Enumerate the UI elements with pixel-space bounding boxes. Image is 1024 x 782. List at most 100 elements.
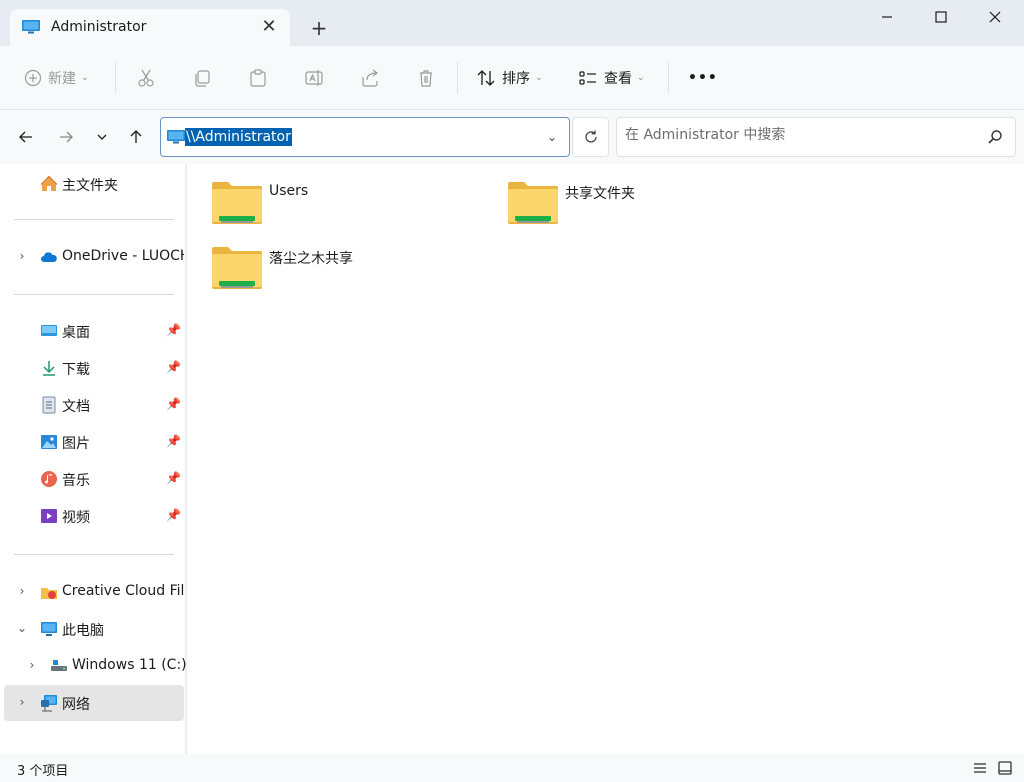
title-bar: Administrator ✕ + xyxy=(0,0,1024,46)
folder-name: 落尘之木共享 xyxy=(269,251,353,267)
shared-folder-icon xyxy=(212,247,262,289)
sidebar-item-label: 视频 xyxy=(62,510,90,526)
copy-button[interactable] xyxy=(192,62,212,94)
new-button[interactable]: 新建 ⌄ xyxy=(24,62,89,94)
pin-icon[interactable]: 📌 xyxy=(166,508,181,522)
pin-icon[interactable]: 📌 xyxy=(166,471,181,485)
sidebar-item-network[interactable]: › 网络 xyxy=(4,685,184,721)
folder-item-shared[interactable]: 共享文件夹 xyxy=(507,178,787,234)
sidebar-item-home[interactable]: 主文件夹 xyxy=(4,166,184,202)
delete-button[interactable] xyxy=(416,62,436,94)
back-button[interactable] xyxy=(12,123,40,151)
divider xyxy=(115,62,116,94)
divider xyxy=(14,219,174,220)
minimize-icon xyxy=(882,16,892,18)
sidebar-item-label: 文档 xyxy=(62,399,90,415)
home-icon xyxy=(40,175,58,191)
sidebar-item-windows-drive[interactable]: › Windows 11 (C:) xyxy=(4,648,187,684)
more-options-button[interactable]: ••• xyxy=(688,62,718,94)
sidebar-item-desktop[interactable]: 桌面 📌 xyxy=(4,313,184,349)
sidebar-item-music[interactable]: 音乐 📌 xyxy=(4,461,184,497)
folder-item-luochen[interactable]: 落尘之木共享 xyxy=(211,243,491,299)
close-icon xyxy=(989,11,1001,23)
item-count: 3 个项目 xyxy=(17,764,69,779)
sidebar-item-label: Windows 11 (C:) xyxy=(72,657,187,673)
chevron-down-icon[interactable]: ⌄ xyxy=(16,621,28,635)
paste-button[interactable] xyxy=(248,62,268,94)
chevron-right-icon[interactable]: › xyxy=(16,249,28,263)
arrow-up-icon xyxy=(130,130,142,143)
tab-close-button[interactable]: ✕ xyxy=(258,16,280,38)
pin-icon[interactable]: 📌 xyxy=(166,323,181,337)
cloud-icon xyxy=(41,252,57,262)
up-button[interactable] xyxy=(122,123,150,151)
pin-icon[interactable]: 📌 xyxy=(166,434,181,448)
close-button[interactable] xyxy=(968,0,1022,34)
music-icon xyxy=(41,471,57,487)
picture-icon xyxy=(41,435,57,449)
chevron-right-icon[interactable]: › xyxy=(26,658,38,672)
computer-icon xyxy=(41,622,57,636)
sidebar-item-videos[interactable]: 视频 📌 xyxy=(4,498,184,534)
tiles-view-button[interactable] xyxy=(995,758,1015,778)
video-icon xyxy=(41,509,57,523)
sidebar-item-pictures[interactable]: 图片 📌 xyxy=(4,424,184,460)
sidebar-item-this-pc[interactable]: ⌄ 此电脑 xyxy=(4,611,184,647)
view-list-icon xyxy=(579,71,596,85)
search-box[interactable] xyxy=(616,117,1016,157)
document-icon xyxy=(42,396,56,414)
folder-item-users[interactable]: Users xyxy=(211,178,491,234)
arrow-left-icon xyxy=(19,131,32,143)
tab-administrator[interactable]: Administrator ✕ xyxy=(10,9,290,46)
address-bar[interactable]: \\Administrator ⌄ xyxy=(160,117,570,157)
tab-title: Administrator xyxy=(51,19,147,35)
maximize-button[interactable] xyxy=(914,0,968,34)
chevron-down-icon: ⌄ xyxy=(81,73,89,83)
search-icon xyxy=(988,130,1002,144)
minimize-button[interactable] xyxy=(860,0,914,34)
address-row: \\Administrator ⌄ xyxy=(0,110,1024,164)
pin-icon[interactable]: 📌 xyxy=(166,360,181,374)
view-button[interactable]: 查看 ⌄ xyxy=(578,62,645,94)
share-icon xyxy=(362,69,378,87)
download-icon xyxy=(43,361,55,376)
drive-icon xyxy=(51,660,67,671)
chevron-right-icon[interactable]: › xyxy=(16,695,28,709)
sidebar-item-onedrive[interactable]: › OneDrive - LUOCH xyxy=(4,239,184,275)
divider xyxy=(668,62,669,94)
new-tab-button[interactable]: + xyxy=(306,16,332,42)
chevron-down-icon xyxy=(97,134,107,140)
cut-button[interactable] xyxy=(136,62,156,94)
sidebar-item-label: 下载 xyxy=(62,362,90,378)
trash-icon xyxy=(420,70,432,87)
sidebar-item-label: 网络 xyxy=(62,697,90,713)
sort-label: 排序 xyxy=(502,71,530,87)
sort-button[interactable]: 排序 ⌄ xyxy=(476,62,543,94)
address-dropdown-icon[interactable]: ⌄ xyxy=(547,130,557,144)
sidebar-item-documents[interactable]: 文档 📌 xyxy=(4,387,184,423)
divider xyxy=(14,294,174,295)
forward-button[interactable] xyxy=(52,123,80,151)
address-path[interactable]: \\Administrator xyxy=(185,128,292,146)
arrow-right-icon xyxy=(60,131,73,143)
share-button[interactable] xyxy=(360,62,380,94)
sort-icon xyxy=(477,70,495,86)
sidebar-item-label: Creative Cloud Files xyxy=(62,583,184,599)
chevron-right-icon[interactable]: › xyxy=(16,584,28,598)
network-icon xyxy=(41,695,57,712)
tiles-view-icon xyxy=(998,761,1012,775)
chevron-down-icon: ⌄ xyxy=(637,73,645,83)
refresh-button[interactable] xyxy=(572,117,609,157)
shared-folder-icon xyxy=(508,182,558,224)
pin-icon[interactable]: 📌 xyxy=(166,397,181,411)
recent-locations-button[interactable] xyxy=(88,123,116,151)
maximize-icon xyxy=(935,11,947,23)
sidebar-item-downloads[interactable]: 下载 📌 xyxy=(4,350,184,386)
details-view-button[interactable] xyxy=(970,758,990,778)
folder-name: 共享文件夹 xyxy=(565,186,635,202)
search-input[interactable] xyxy=(625,127,965,143)
view-label: 查看 xyxy=(604,71,632,87)
status-bar: 3 个项目 xyxy=(0,754,1024,782)
rename-button[interactable] xyxy=(304,62,324,94)
sidebar-item-creative-cloud[interactable]: › Creative Cloud Files xyxy=(4,574,184,610)
